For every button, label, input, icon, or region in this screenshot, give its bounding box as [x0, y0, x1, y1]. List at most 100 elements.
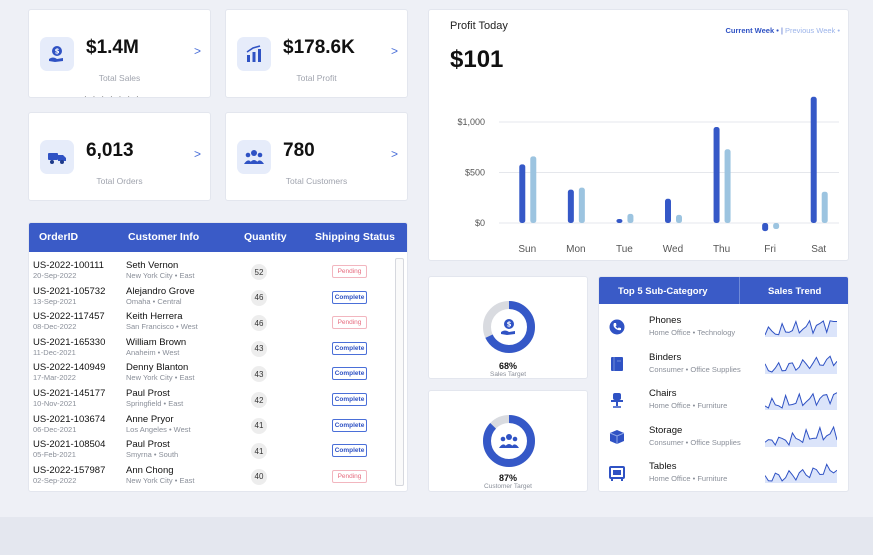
bar-mon-series-1[interactable]	[567, 189, 574, 223]
phone-icon	[609, 319, 625, 335]
order-id: US-2022-157987	[33, 464, 106, 476]
customer-name: Keith Herrera	[126, 311, 183, 323]
chevron-right-icon[interactable]: >	[194, 44, 201, 58]
bar-sat-series-2[interactable]	[821, 191, 828, 223]
delivery-icon	[40, 140, 74, 174]
status-badge: Complete	[332, 444, 367, 458]
table-row[interactable]: US-2021-165330 11-Dec-2021 William Brown An…	[29, 337, 407, 363]
bar-wed-series-1[interactable]	[665, 198, 671, 223]
table-scrollbar[interactable]	[395, 258, 404, 486]
customer-location: Anaheim • West	[126, 347, 180, 357]
chair-icon	[609, 392, 625, 408]
quantity-badge: 43	[251, 366, 267, 383]
kpi-card-sales[interactable]: $ $1.4M > Total Sales ·······	[28, 9, 211, 101]
table-row[interactable]: US-2021-145177 10-Nov-2021 Paul Prost Sprin…	[29, 388, 407, 414]
table-row[interactable]: US-2021-108504 05-Feb-2021 Paul Prost Smyrn…	[29, 439, 407, 465]
dots-decoration: ·······	[84, 92, 145, 101]
table-row[interactable]: US-2022-157987 02-Sep-2022 Ann Chong New Yo…	[29, 465, 407, 491]
customer-location: New York City • East	[126, 373, 195, 383]
col-order-id[interactable]: OrderID	[39, 231, 78, 243]
table-row[interactable]: US-2022-140949 17-Mar-2022 Denny Blanton Ne…	[29, 362, 407, 388]
subcategory-desc: Home Office • Furniture	[649, 401, 728, 410]
customer-location: Los Angeles • West	[126, 424, 191, 434]
col-customer-info[interactable]: Customer Info	[128, 231, 199, 243]
bar-fri-series-2[interactable]	[773, 223, 780, 230]
order-date: 02-Sep-2022	[33, 475, 77, 485]
order-date: 08-Dec-2022	[33, 322, 77, 332]
table-row[interactable]: US-2021-103674 06-Dec-2021 Anne Pryor Los A…	[29, 414, 407, 440]
customer-name: Alejandro Grove	[126, 285, 195, 297]
kpi-card-profit[interactable]: $178.6K > Total Profit	[225, 9, 408, 98]
bar-wed-series-2[interactable]	[676, 214, 682, 223]
order-id: US-2021-108504	[33, 439, 106, 451]
kpi-value: 780	[283, 140, 315, 161]
customer-location: Springfield • East	[126, 399, 184, 408]
bar-fri-series-1[interactable]	[762, 223, 769, 232]
status-badge: Complete	[332, 393, 367, 406]
order-id: US-2022-140949	[33, 362, 106, 374]
x-tick-label: Sat	[811, 244, 826, 255]
order-id: US-2021-105732	[33, 285, 106, 297]
table-icon	[609, 465, 625, 481]
bar-thu-series-2[interactable]	[724, 149, 731, 223]
subcategory-name: Phones	[649, 315, 682, 326]
subcategory-title: Top 5 Sub-Category	[618, 286, 708, 297]
bar-thu-series-1[interactable]	[713, 127, 720, 223]
profit-bar-chart: $0 $500 $1,000 Sun Mon Tue Wed Thu Fri Sat	[457, 96, 839, 255]
sales-target-card: $ 68% Sales Target	[428, 276, 588, 379]
bar-sat-series-1[interactable]	[810, 96, 817, 223]
chevron-right-icon[interactable]: >	[391, 147, 398, 161]
subcategory-item[interactable]: Storage Consumer • Office Supplies	[599, 425, 848, 461]
subcategory-item[interactable]: Chairs Home Office • Furniture	[599, 388, 848, 424]
subcategory-item[interactable]: Phones Home Office • Technology	[599, 315, 848, 351]
target-percent: 87%	[498, 473, 517, 483]
quantity-badge: 43	[251, 340, 267, 357]
x-tick-label: Sun	[518, 244, 536, 255]
table-header: OrderID Customer Info Quantity Shipping …	[29, 223, 407, 252]
col-shipping-status[interactable]: Shipping Status	[315, 231, 395, 243]
kpi-value: $1.4M	[86, 37, 139, 58]
y-tick-label: $500	[465, 168, 485, 178]
col-quantity[interactable]: Quantity	[244, 231, 287, 243]
order-date: 17-Mar-2022	[33, 373, 76, 383]
subcategory-item[interactable]: Tables Home Office • Furniture	[599, 461, 848, 491]
svg-text:$: $	[55, 48, 60, 56]
sales-trend-sparkline	[765, 392, 837, 410]
order-date: 11-Dec-2021	[33, 347, 76, 357]
sales-trend-title: Sales Trend	[768, 286, 822, 297]
bar-tue-series-2[interactable]	[627, 213, 634, 223]
kpi-label: Total Profit	[296, 73, 337, 83]
quantity-badge: 46	[251, 289, 267, 306]
quantity-badge: 42	[251, 392, 267, 408]
target-percent: 68%	[498, 361, 517, 371]
customer-target-card: 87% Customer Target	[428, 390, 588, 492]
kpi-card-orders[interactable]: 6,013 > Total Orders	[28, 112, 211, 201]
bar-tue-series-1[interactable]	[616, 218, 623, 223]
bar-sun-series-1[interactable]	[519, 164, 526, 223]
table-row[interactable]: US-2022-100111 20-Sep-2022 Seth Vernon New …	[29, 260, 407, 286]
profit-chart-card: Profit Today $101 Current Week • | Previ…	[428, 9, 849, 261]
bar-mon-series-2[interactable]	[578, 187, 585, 223]
customer-name: Denny Blanton	[126, 362, 189, 374]
x-tick-label: Fri	[764, 244, 776, 255]
customer-name: Seth Vernon	[126, 260, 179, 271]
customer-location: Smyrna • South	[126, 450, 179, 460]
customer-location: San Francisco • West	[126, 322, 198, 332]
kpi-card-customers[interactable]: 780 > Total Customers	[225, 112, 408, 201]
customer-name: Paul Prost	[126, 439, 170, 451]
order-id: US-2021-165330	[33, 336, 106, 348]
kpi-label: Total Sales	[98, 73, 141, 83]
chevron-right-icon[interactable]: >	[194, 147, 201, 161]
table-row[interactable]: US-2021-105732 13-Sep-2021 Alejandro Grove…	[29, 286, 407, 312]
kpi-value: $178.6K	[283, 37, 355, 58]
svg-text:$: $	[507, 321, 512, 329]
table-row[interactable]: US-2022-117457 08-Dec-2022 Keith Herrera Sa…	[29, 311, 407, 337]
chevron-right-icon[interactable]: >	[391, 44, 398, 58]
order-date: 06-Dec-2021	[33, 424, 77, 434]
y-tick-label: $1,000	[457, 117, 485, 127]
sales-trend-sparkline	[765, 354, 837, 374]
bar-sun-series-2[interactable]	[530, 156, 537, 223]
subcategory-name: Tables	[649, 461, 677, 472]
bar-chart-icon	[237, 37, 271, 71]
subcategory-item[interactable]: Binders Consumer • Office Supplies	[599, 352, 848, 388]
